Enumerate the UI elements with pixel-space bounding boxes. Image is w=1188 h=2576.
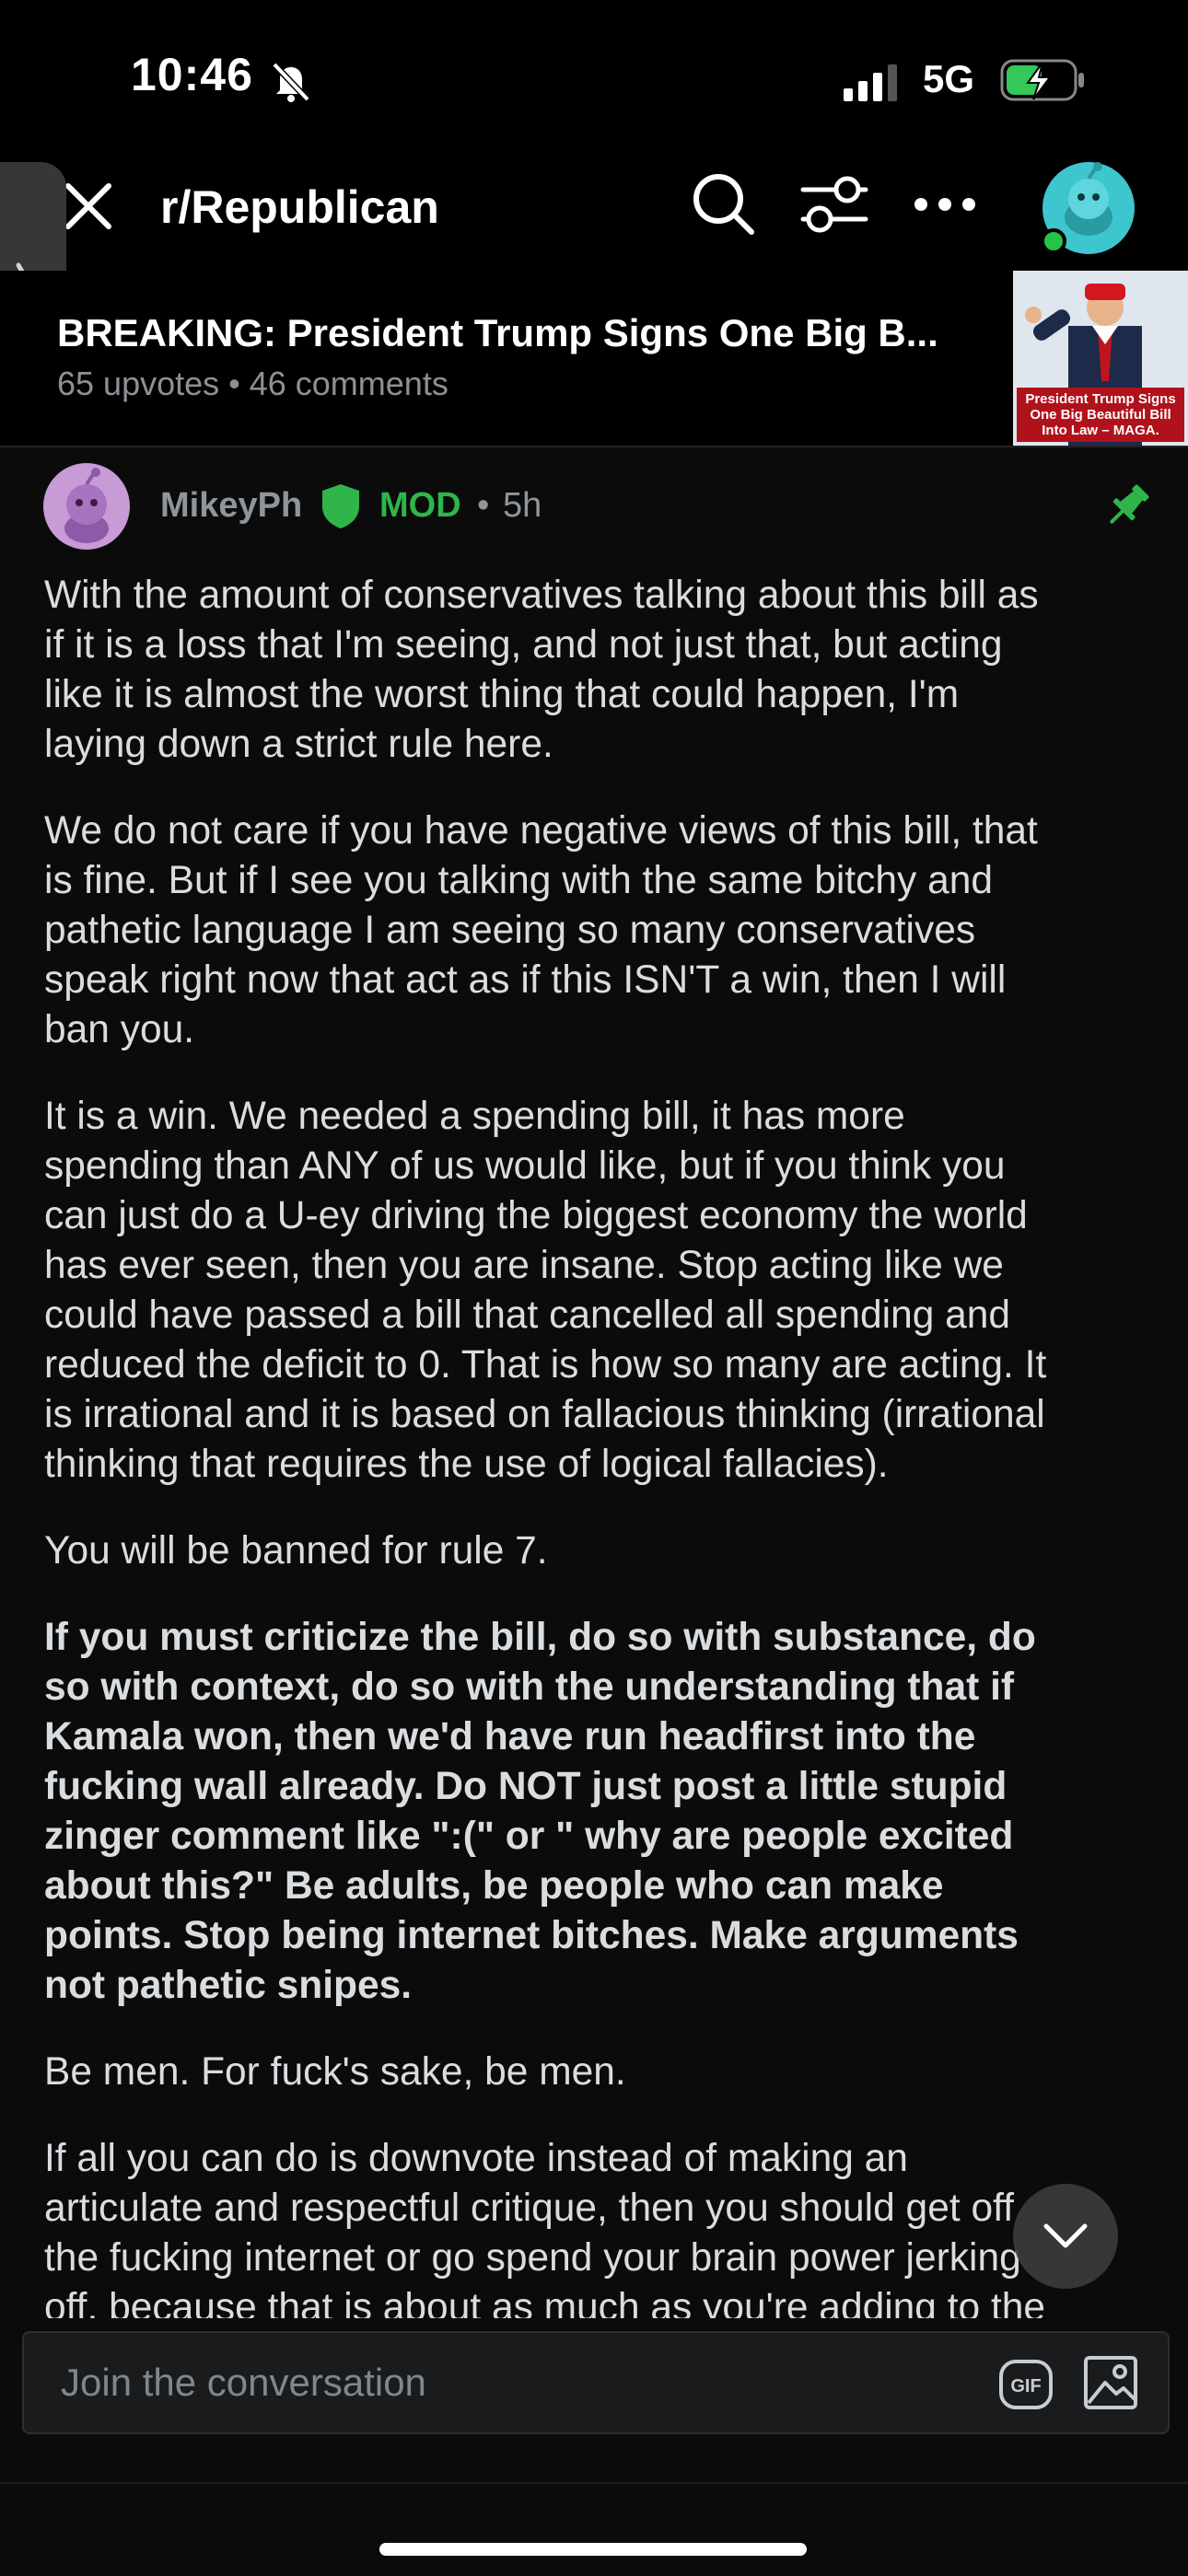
comment-line: if it is a loss that I'm seeing, and not… (44, 623, 1003, 667)
post-title[interactable]: BREAKING: President Trump Signs One Big … (57, 311, 978, 355)
comment-line: articulate and respectful critique, then… (44, 2187, 1014, 2230)
battery-charging-icon (1000, 59, 1084, 101)
status-bar: 10:46 5G (0, 0, 1188, 157)
avatar-icon[interactable] (1041, 160, 1136, 256)
top-nav: r/Republican (0, 157, 1188, 271)
comment-paragraph: If you must criticize the bill, do so wi… (44, 1613, 1149, 2011)
comment-age: 5h (503, 486, 542, 525)
comment-line: laying down a strict rule here. (44, 723, 553, 766)
comment-line: zinger comment like ":(" or " why are pe… (44, 1815, 1014, 1858)
comment-line: With the amount of conservatives talking… (44, 574, 1039, 617)
status-time: 10:46 (131, 49, 253, 100)
comment-line: pathetic language I am seeing so many co… (44, 909, 976, 952)
comment-line: has ever seen, then you are insane. Stop… (44, 1244, 1004, 1287)
search-icon[interactable] (687, 168, 761, 241)
comment-paragraph: Be men. For fuck's sake, be men. (44, 2048, 1149, 2097)
comment-line: We do not care if you have negative view… (44, 809, 1038, 853)
comment-line: ban you. (44, 1008, 195, 1051)
user-avatar[interactable] (42, 462, 131, 551)
comment-line: It is a win. We needed a spending bill, … (44, 1095, 905, 1138)
more-icon[interactable] (908, 171, 982, 238)
comment-line: If all you can do is downvote instead of… (44, 2137, 908, 2180)
filter-icon[interactable] (798, 169, 871, 239)
mod-badge: MOD (379, 486, 461, 525)
comment-line: the fucking internet or go spend your br… (44, 2236, 1021, 2280)
comment-input[interactable]: Join the conversation GIF (22, 2331, 1170, 2434)
gif-icon[interactable]: GIF (998, 2359, 1054, 2410)
comment-input-placeholder: Join the conversation (61, 2361, 426, 2404)
cellular-signal-icon (844, 64, 897, 101)
comment-paragraph: You will be banned for rule 7. (44, 1526, 1149, 1576)
comment-line: so with context, do so with the understa… (44, 1665, 1015, 1709)
meta-separator: • (477, 486, 490, 525)
comment-line: points. Stop being internet bitches. Mak… (44, 1914, 1019, 1957)
comment-line: thinking that requires the use of logica… (44, 1443, 889, 1486)
comment-line: about this?" Be adults, be people who ca… (44, 1864, 944, 1908)
comment-body: With the amount of conservatives talking… (44, 571, 1149, 2320)
subreddit-title[interactable]: r/Republican (160, 180, 439, 234)
comment-line: Kamala won, then we'd have run headfirst… (44, 1715, 976, 1758)
image-icon[interactable] (1083, 2355, 1138, 2410)
comment-line: Be men. For fuck's sake, be men. (44, 2050, 626, 2094)
comment-line: You will be banned for rule 7. (44, 1529, 548, 1572)
shield-icon (322, 484, 359, 528)
comment-paragraph: With the amount of conservatives talking… (44, 571, 1149, 770)
gif-label: GIF (1010, 2376, 1041, 2396)
pin-icon (1110, 484, 1149, 524)
comment-author[interactable]: MikeyPh (160, 486, 302, 526)
network-type: 5G (923, 57, 975, 100)
bell-slash-icon (272, 62, 310, 102)
home-indicator[interactable] (379, 2543, 807, 2556)
post-header[interactable]: BREAKING: President Trump Signs One Big … (0, 271, 1188, 447)
comment-line: speak right now that act as if this ISN'… (44, 958, 1007, 1002)
home-bar (0, 2482, 1188, 2576)
compose-bar: Join the conversation GIF (0, 2318, 1188, 2482)
comment-line: fucking wall already. Do NOT just post a… (44, 1765, 1007, 1808)
comment-line: spending than ANY of us would like, but … (44, 1144, 1006, 1188)
comment-line: is fine. But if I see you talking with t… (44, 859, 993, 902)
comment-paragraph: It is a win. We needed a spending bill, … (44, 1092, 1149, 1490)
comment-line: not pathetic snipes. (44, 1964, 413, 2007)
comment-line: like it is almost the worst thing that c… (44, 673, 960, 716)
comment-paragraph: We do not care if you have negative view… (44, 806, 1149, 1055)
comment-line: can just do a U-ey driving the biggest e… (44, 1194, 1028, 1237)
comment-line: If you must criticize the bill, do so wi… (44, 1616, 1036, 1659)
comment-line: could have passed a bill that cancelled … (44, 1294, 1011, 1337)
post-thumbnail[interactable]: President Trump Signs One Big Beautiful … (1013, 271, 1188, 446)
thumbnail-caption: President Trump Signs One Big Beautiful … (1017, 388, 1184, 442)
comment-line: off, because that is about as much as yo… (44, 2286, 1046, 2320)
comment-paragraph: If all you can do is downvote instead of… (44, 2134, 1149, 2320)
comment-line: is irrational and it is based on fallaci… (44, 1393, 1045, 1436)
comment-header: MikeyPh MOD • 5h (0, 446, 1188, 556)
post-meta: 65 upvotes • 46 comments (57, 365, 448, 402)
chevron-down-icon (1043, 2223, 1088, 2248)
scroll-down-button[interactable] (1013, 2184, 1118, 2289)
comment-line: reduced the deficit to 0. That is how so… (44, 1343, 1047, 1387)
